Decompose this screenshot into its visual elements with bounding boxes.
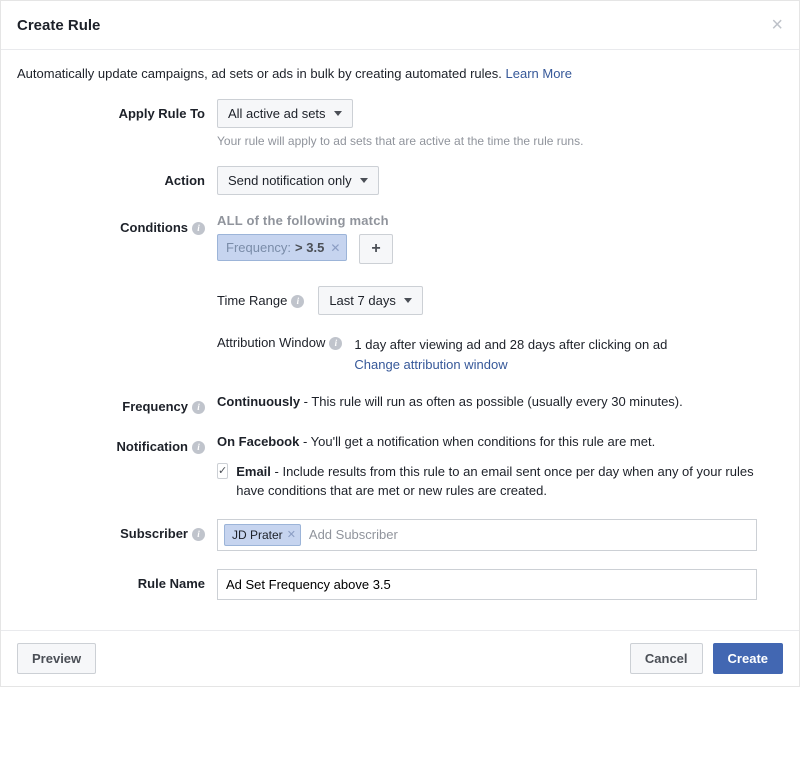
modal-header: Create Rule × (1, 1, 799, 50)
frequency-description: Continuously - This rule will run as oft… (217, 392, 783, 412)
info-icon[interactable]: i (291, 295, 304, 308)
subscriber-token[interactable]: JD Prater ✕ (224, 524, 301, 546)
notification-email-rest: - Include results from this rule to an e… (236, 464, 753, 499)
action-label: Action (17, 166, 217, 188)
frequency-rest: - This rule will run as often as possibl… (300, 394, 683, 409)
change-attribution-link[interactable]: Change attribution window (354, 357, 507, 372)
notification-label-text: Notification (117, 439, 189, 454)
apply-rule-help: Your rule will apply to ad sets that are… (217, 134, 783, 148)
create-button[interactable]: Create (713, 643, 783, 674)
attribution-window-text: 1 day after viewing ad and 28 days after… (354, 335, 667, 374)
preview-button[interactable]: Preview (17, 643, 96, 674)
remove-condition-icon[interactable]: ✕ (330, 241, 340, 255)
conditions-label: Conditions i (17, 213, 217, 235)
notification-facebook: On Facebook - You'll get a notification … (217, 432, 783, 452)
action-value: Send notification only (228, 173, 352, 188)
caret-down-icon (334, 111, 342, 116)
conditions-head: ALL of the following match (217, 213, 783, 228)
time-range-label-text: Time Range (217, 293, 287, 308)
learn-more-link[interactable]: Learn More (506, 66, 572, 81)
time-range-label: Time Range i (217, 293, 304, 308)
notification-label: Notificationi (17, 432, 217, 454)
info-icon[interactable]: i (329, 337, 342, 350)
time-range-dropdown[interactable]: Last 7 days (318, 286, 423, 315)
conditions-label-text: Conditions (120, 220, 188, 235)
modal-body: Automatically update campaigns, ad sets … (1, 50, 799, 630)
subscriber-label-text: Subscriber (120, 526, 188, 541)
cancel-button[interactable]: Cancel (630, 643, 703, 674)
action-dropdown[interactable]: Send notification only (217, 166, 379, 195)
remove-subscriber-icon[interactable]: ✕ (287, 528, 296, 541)
attribution-window-value: 1 day after viewing ad and 28 days after… (354, 337, 667, 352)
attribution-window-label-text: Attribution Window (217, 335, 325, 350)
add-subscriber-field[interactable] (309, 525, 750, 544)
info-icon[interactable]: i (192, 441, 205, 454)
apply-rule-label: Apply Rule To (17, 99, 217, 121)
notification-fb-bold: On Facebook (217, 434, 299, 449)
add-condition-button[interactable]: + (359, 234, 393, 264)
notification-email: Email - Include results from this rule t… (236, 462, 783, 501)
notification-email-bold: Email (236, 464, 271, 479)
rule-name-input[interactable] (217, 569, 757, 600)
create-rule-modal: Create Rule × Automatically update campa… (0, 0, 800, 687)
info-icon[interactable]: i (192, 222, 205, 235)
subscriber-input[interactable]: JD Prater ✕ (217, 519, 757, 551)
caret-down-icon (404, 298, 412, 303)
rule-name-label: Rule Name (17, 569, 217, 591)
condition-chip-key: Frequency: (226, 240, 291, 255)
subscriber-label: Subscriber i (17, 519, 217, 541)
apply-rule-dropdown[interactable]: All active ad sets (217, 99, 353, 128)
info-icon[interactable]: i (192, 401, 205, 414)
intro-text: Automatically update campaigns, ad sets … (17, 66, 783, 81)
notification-fb-rest: - You'll get a notification when conditi… (299, 434, 655, 449)
modal-footer: Preview Cancel Create (1, 630, 799, 686)
email-checkbox[interactable]: ✓ (217, 463, 228, 479)
condition-chip-frequency[interactable]: Frequency: > 3.5 ✕ (217, 234, 347, 261)
frequency-label: Frequency i (17, 392, 217, 414)
caret-down-icon (360, 178, 368, 183)
info-icon[interactable]: i (192, 528, 205, 541)
subscriber-token-name: JD Prater (232, 528, 283, 542)
close-icon[interactable]: × (771, 15, 783, 35)
attribution-window-label: Attribution Window i (217, 335, 342, 350)
frequency-label-text: Frequency (122, 399, 188, 414)
condition-chip-value: > 3.5 (295, 240, 324, 255)
frequency-bold: Continuously (217, 394, 300, 409)
intro-copy: Automatically update campaigns, ad sets … (17, 66, 506, 81)
modal-title: Create Rule (17, 17, 100, 34)
time-range-value: Last 7 days (329, 293, 396, 308)
apply-rule-value: All active ad sets (228, 106, 326, 121)
